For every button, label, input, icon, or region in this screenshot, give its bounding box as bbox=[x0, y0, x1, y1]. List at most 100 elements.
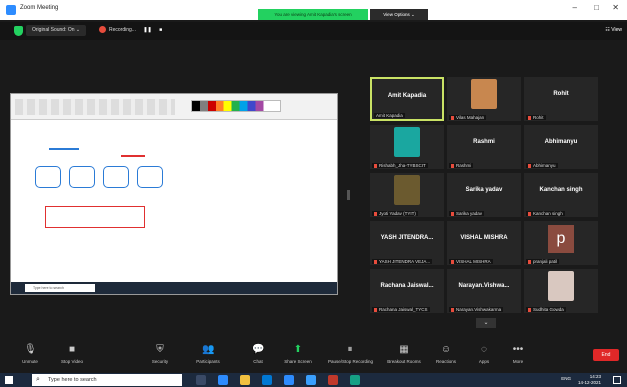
participant-name-text: Kanchan singh bbox=[533, 211, 563, 216]
drawn-box bbox=[103, 166, 129, 188]
participant-display-name: Narayan.Vishwa... bbox=[458, 283, 510, 289]
pause-recording-label: Pause/Stop Recording bbox=[328, 359, 374, 364]
apps-icon: ◌ bbox=[481, 344, 487, 355]
participant-name-text: Narayan.Vishwakarma bbox=[456, 307, 502, 312]
shield-icon: ⛨ bbox=[156, 344, 164, 355]
participant-display-name: Rashmi bbox=[473, 139, 495, 145]
chat-label: Chat bbox=[253, 359, 263, 364]
edge-app-icon[interactable] bbox=[262, 375, 272, 385]
chat-button[interactable]: 💬 Chat bbox=[236, 344, 280, 364]
paint-tools bbox=[15, 99, 175, 115]
participant-tile[interactable]: Jyoti Yadav (TYIT) bbox=[370, 173, 444, 217]
participant-tile[interactable]: Rohit Rohit bbox=[524, 77, 598, 121]
pause-recording-icon[interactable]: ❚❚ bbox=[143, 27, 151, 33]
meeting-top-bar: Original Sound: On ⌄ Recording... ❚❚ ■ ☷… bbox=[0, 22, 627, 40]
participant-name-label: Sudhita Gowda bbox=[526, 307, 566, 312]
participant-display-name: Kanchan singh bbox=[539, 187, 583, 193]
end-meeting-button[interactable]: End bbox=[593, 349, 619, 361]
title-bar: Zoom Meeting You are viewing Amit Kapadi… bbox=[0, 0, 627, 20]
participants-button[interactable]: 👥 Participants bbox=[186, 344, 230, 364]
unmute-button[interactable]: 🎙 Unmute bbox=[8, 344, 52, 364]
participant-name-text: pranjali patil bbox=[533, 259, 558, 264]
recording-dot-icon bbox=[99, 26, 106, 34]
participant-name-label: Kanchan singh bbox=[526, 211, 565, 216]
muted-microphone-icon bbox=[451, 259, 454, 264]
participant-name-text: VISHAL MISHRA bbox=[456, 259, 491, 264]
participant-video bbox=[394, 175, 420, 205]
recording-indicator: Recording... ❚❚ ■ bbox=[99, 25, 162, 36]
view-options-button[interactable]: View Options ⌄ bbox=[370, 9, 428, 20]
muted-microphone-icon bbox=[528, 163, 531, 168]
breakout-rooms-icon: ▦ bbox=[399, 344, 409, 355]
participant-tile[interactable]: Sudhita Gowda bbox=[524, 269, 598, 313]
participant-tile[interactable]: Rachana Jaiswal... Rachana Jaiswal_TYCS bbox=[370, 269, 444, 313]
minimize-icon[interactable]: – bbox=[573, 3, 577, 12]
paint-color-palette bbox=[191, 100, 281, 112]
participant-tile[interactable]: VISHAL MISHRA VISHAL MISHRA bbox=[447, 221, 521, 265]
participant-tile[interactable]: Narayan.Vishwa... Narayan.Vishwakarma bbox=[447, 269, 521, 313]
chevron-down-icon[interactable]: ⌄ bbox=[476, 318, 496, 328]
original-sound-toggle[interactable]: Original Sound: On ⌄ bbox=[26, 25, 87, 36]
windows-start-icon[interactable] bbox=[5, 376, 13, 384]
muted-microphone-icon bbox=[451, 211, 454, 216]
muted-microphone-icon bbox=[528, 259, 531, 264]
participant-tile[interactable]: Abhimanyu Abhimanyu bbox=[524, 125, 598, 169]
task-view-icon[interactable] bbox=[196, 375, 206, 385]
view-button[interactable]: ☷ View bbox=[605, 27, 622, 33]
viewing-screen-banner: You are viewing Amit Kapadia's screen bbox=[258, 9, 368, 20]
drawn-red-rectangle bbox=[45, 206, 145, 228]
muted-microphone-icon bbox=[528, 115, 531, 120]
participant-tile[interactable]: p pranjali patil bbox=[524, 221, 598, 265]
zoom-logo-icon bbox=[6, 5, 16, 15]
participant-video bbox=[471, 79, 497, 109]
participant-name-text: Rachana Jaiswal_TYCS bbox=[379, 307, 428, 312]
participant-tile[interactable]: Amit Kapadia Amit Kapadia bbox=[370, 77, 444, 121]
muted-microphone-icon bbox=[528, 307, 531, 312]
participant-tile[interactable]: YASH JITENDRA... YASH JITENDRA VEJA... bbox=[370, 221, 444, 265]
reactions-icon: ☺ bbox=[440, 344, 452, 355]
chrome-app-icon[interactable] bbox=[218, 375, 228, 385]
video-camera-icon: ■ bbox=[68, 344, 76, 355]
participant-tile[interactable]: Vilas Mahajan bbox=[447, 77, 521, 121]
share-screen-label: Share Screen bbox=[284, 359, 312, 364]
app-icon[interactable] bbox=[350, 375, 360, 385]
muted-microphone-icon bbox=[374, 211, 377, 216]
breakout-rooms-button[interactable]: ▦ Breakout Rooms bbox=[382, 344, 426, 364]
app-icon[interactable] bbox=[328, 375, 338, 385]
splitter-handle[interactable] bbox=[347, 190, 350, 200]
participant-tile[interactable]: Rashmi Rashmi bbox=[447, 125, 521, 169]
encryption-shield-icon[interactable] bbox=[14, 26, 23, 36]
participant-display-name: Rachana Jaiswal... bbox=[380, 283, 434, 289]
paint-app-icon[interactable] bbox=[306, 375, 316, 385]
search-icon: ⌕ bbox=[36, 376, 40, 383]
notification-icon[interactable] bbox=[613, 376, 621, 384]
participant-tile[interactable]: Sarika yadav Sarika yadav bbox=[447, 173, 521, 217]
recording-label: Recording... bbox=[109, 27, 136, 33]
language-indicator[interactable]: ENG bbox=[561, 376, 571, 382]
more-button[interactable]: ••• More bbox=[496, 344, 540, 364]
more-dots-icon: ••• bbox=[512, 344, 524, 355]
participant-gallery: Amit Kapadia Amit Kapadia Vilas Mahajan Roh… bbox=[370, 77, 598, 317]
file-explorer-icon[interactable] bbox=[240, 375, 250, 385]
zoom-app-icon[interactable] bbox=[284, 375, 294, 385]
maximize-icon[interactable]: □ bbox=[594, 3, 599, 12]
participant-name-label: Jyoti Yadav (TYIT) bbox=[372, 211, 418, 216]
more-label: More bbox=[512, 359, 524, 364]
taskbar-search-input[interactable]: ⌕ Type here to search bbox=[32, 374, 182, 386]
close-icon[interactable]: ✕ bbox=[612, 3, 619, 12]
share-screen-button[interactable]: ⬆ Share Screen bbox=[276, 344, 320, 364]
windows-taskbar: ⌕ Type here to search ENG 14:23 14-12-20… bbox=[0, 373, 627, 387]
clock-date[interactable]: 14-12-2021 bbox=[578, 380, 601, 386]
participant-tile[interactable]: Rishabh_Jha-TYBSCIT bbox=[370, 125, 444, 169]
muted-microphone-icon bbox=[374, 259, 377, 264]
stop-video-button[interactable]: ■ Stop Video bbox=[50, 344, 94, 364]
unmute-label: Unmute bbox=[22, 359, 38, 364]
participant-name-text: Sudhita Gowda bbox=[533, 307, 564, 312]
pause-recording-button[interactable]: ⏸ Pause/Stop Recording bbox=[328, 344, 374, 364]
stop-recording-icon[interactable]: ■ bbox=[159, 27, 162, 33]
participant-name-text: Rashmi bbox=[456, 163, 472, 168]
shared-taskbar: Type here to search bbox=[11, 282, 337, 294]
drawn-box bbox=[137, 166, 163, 188]
participant-tile[interactable]: Kanchan singh Kanchan singh bbox=[524, 173, 598, 217]
security-button[interactable]: ⛨ Security bbox=[138, 344, 182, 364]
